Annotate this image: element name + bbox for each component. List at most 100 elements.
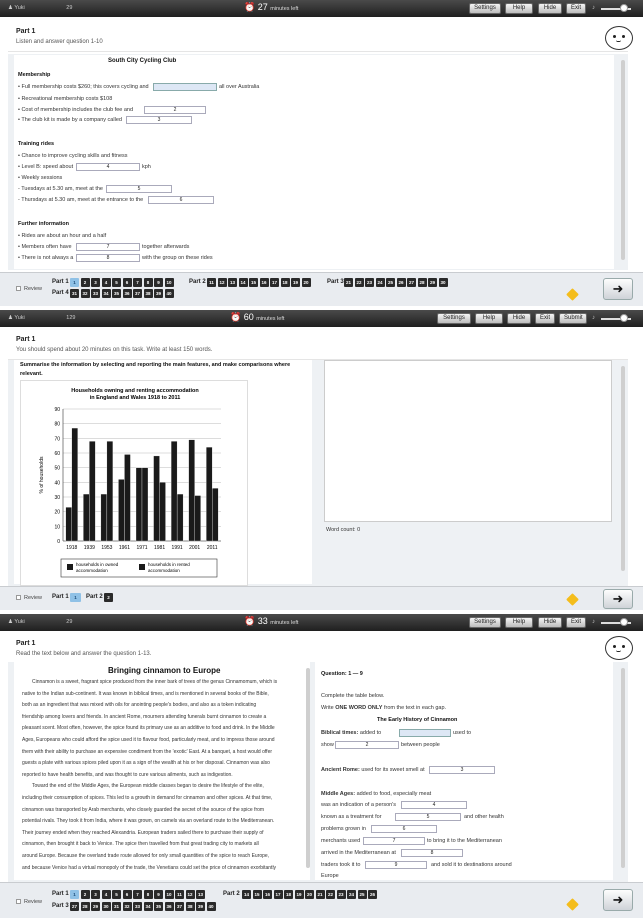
question-nav-button[interactable]: 37 xyxy=(175,902,184,911)
exit-button[interactable]: Exit xyxy=(566,3,586,14)
scrollbar[interactable] xyxy=(621,60,625,260)
answer-input-7[interactable]: 7 xyxy=(363,837,425,845)
question-nav-button[interactable]: 11 xyxy=(207,278,216,287)
question-nav-button[interactable]: 2 xyxy=(80,278,90,287)
exit-button[interactable]: Exit xyxy=(535,313,555,324)
question-nav-button[interactable]: 25 xyxy=(357,890,367,899)
answer-input-1[interactable] xyxy=(153,83,217,91)
answer-input-8[interactable]: 8 xyxy=(401,849,463,857)
question-nav-button[interactable]: 31 xyxy=(70,289,79,298)
question-nav-button[interactable]: 5 xyxy=(112,278,121,287)
volume-slider[interactable]: ♪ xyxy=(592,617,632,628)
question-nav-button[interactable]: 8 xyxy=(143,890,153,899)
question-nav-button[interactable]: 13 xyxy=(196,890,205,899)
answer-input-4[interactable]: 4 xyxy=(401,801,467,809)
question-nav-button[interactable]: 9 xyxy=(154,278,163,287)
question-nav-button[interactable]: 30 xyxy=(438,278,448,287)
question-nav-button[interactable]: 38 xyxy=(143,289,153,298)
next-arrow-button[interactable]: ➜ xyxy=(603,889,633,911)
question-nav-button[interactable]: 1 xyxy=(70,593,81,602)
question-nav-button[interactable]: 8 xyxy=(143,278,153,287)
question-nav-button[interactable]: 20 xyxy=(305,890,314,899)
question-nav-button[interactable]: 15 xyxy=(252,890,262,899)
answer-input-5[interactable]: 5 xyxy=(106,185,172,193)
question-nav-button[interactable]: 40 xyxy=(164,289,174,298)
question-nav-button[interactable]: 24 xyxy=(347,890,356,899)
review-checkbox[interactable]: Review xyxy=(16,899,42,905)
question-nav-button[interactable]: 19 xyxy=(291,278,300,287)
question-nav-button[interactable]: 23 xyxy=(365,278,374,287)
question-nav-button[interactable]: 17 xyxy=(270,278,279,287)
settings-button[interactable]: Settings xyxy=(469,617,501,628)
question-nav-button[interactable]: 5 xyxy=(112,890,121,899)
question-nav-button[interactable]: 2 xyxy=(104,593,113,602)
question-nav-button[interactable]: 3 xyxy=(91,278,100,287)
question-nav-button[interactable]: 12 xyxy=(217,278,227,287)
next-arrow-button[interactable]: ➜ xyxy=(603,589,633,609)
question-nav-button[interactable]: 29 xyxy=(428,278,437,287)
review-checkbox[interactable]: Review xyxy=(16,595,42,601)
question-nav-button[interactable]: 27 xyxy=(70,902,79,911)
question-nav-button[interactable]: 16 xyxy=(259,278,269,287)
answer-input-4[interactable]: 4 xyxy=(76,163,140,171)
answer-input-5[interactable]: 5 xyxy=(395,813,461,821)
question-nav-button[interactable]: 18 xyxy=(280,278,290,287)
question-nav-button[interactable]: 26 xyxy=(396,278,406,287)
question-nav-button[interactable]: 6 xyxy=(122,278,132,287)
question-nav-button[interactable]: 34 xyxy=(143,902,153,911)
volume-slider[interactable]: ♪ xyxy=(592,313,632,324)
answer-input-6[interactable]: 6 xyxy=(371,825,437,833)
question-nav-button[interactable]: 28 xyxy=(80,902,90,911)
answer-input-1[interactable] xyxy=(399,729,451,737)
review-checkbox[interactable]: Review xyxy=(16,286,42,292)
question-nav-button[interactable]: 35 xyxy=(112,289,121,298)
hide-button[interactable]: Hide xyxy=(538,3,562,14)
question-nav-button[interactable]: 23 xyxy=(336,890,346,899)
question-nav-button[interactable]: 4 xyxy=(101,890,111,899)
question-nav-button[interactable]: 16 xyxy=(263,890,272,899)
question-nav-button[interactable]: 29 xyxy=(91,902,100,911)
question-nav-button[interactable]: 36 xyxy=(164,902,174,911)
question-nav-button[interactable]: 9 xyxy=(154,890,163,899)
question-nav-button[interactable]: 12 xyxy=(185,890,195,899)
hide-button[interactable]: Hide xyxy=(507,313,531,324)
answer-input-2[interactable]: 2 xyxy=(335,741,399,749)
question-nav-button[interactable]: 24 xyxy=(375,278,385,287)
settings-button[interactable]: Settings xyxy=(437,313,471,324)
essay-textarea[interactable] xyxy=(324,360,612,522)
question-nav-button[interactable]: 25 xyxy=(386,278,395,287)
question-nav-button[interactable]: 22 xyxy=(354,278,364,287)
question-nav-button[interactable]: 40 xyxy=(206,902,216,911)
question-nav-button[interactable]: 3 xyxy=(91,890,100,899)
question-nav-button[interactable]: 28 xyxy=(417,278,427,287)
answer-input-2[interactable]: 2 xyxy=(144,106,206,114)
scrollbar[interactable] xyxy=(621,366,625,571)
question-nav-button[interactable]: 7 xyxy=(133,278,142,287)
help-button[interactable]: Help xyxy=(475,313,503,324)
question-nav-button[interactable]: 30 xyxy=(101,902,111,911)
question-nav-button[interactable]: 13 xyxy=(228,278,237,287)
question-nav-button[interactable]: 35 xyxy=(154,902,163,911)
answer-input-3[interactable]: 3 xyxy=(429,766,495,774)
question-nav-button[interactable]: 21 xyxy=(344,278,353,287)
question-nav-button[interactable]: 1 xyxy=(70,278,79,287)
question-nav-button[interactable]: 31 xyxy=(112,902,121,911)
question-nav-button[interactable]: 20 xyxy=(301,278,311,287)
exit-button[interactable]: Exit xyxy=(566,617,586,628)
question-nav-button[interactable]: 38 xyxy=(185,902,195,911)
question-nav-button[interactable]: 6 xyxy=(122,890,132,899)
next-arrow-button[interactable]: ➜ xyxy=(603,278,633,300)
answer-input-6[interactable]: 6 xyxy=(148,196,214,204)
question-nav-button[interactable]: 14 xyxy=(242,890,251,899)
question-nav-button[interactable]: 14 xyxy=(238,278,248,287)
answer-input-8[interactable]: 8 xyxy=(76,254,140,262)
question-nav-button[interactable]: 32 xyxy=(80,289,90,298)
question-nav-button[interactable]: 33 xyxy=(133,902,142,911)
question-nav-button[interactable]: 32 xyxy=(122,902,132,911)
question-nav-button[interactable]: 11 xyxy=(175,890,184,899)
settings-button[interactable]: Settings xyxy=(469,3,501,14)
question-nav-button[interactable]: 10 xyxy=(164,890,174,899)
question-nav-button[interactable]: 22 xyxy=(326,890,335,899)
question-nav-button[interactable]: 34 xyxy=(101,289,111,298)
question-nav-button[interactable]: 7 xyxy=(133,890,142,899)
